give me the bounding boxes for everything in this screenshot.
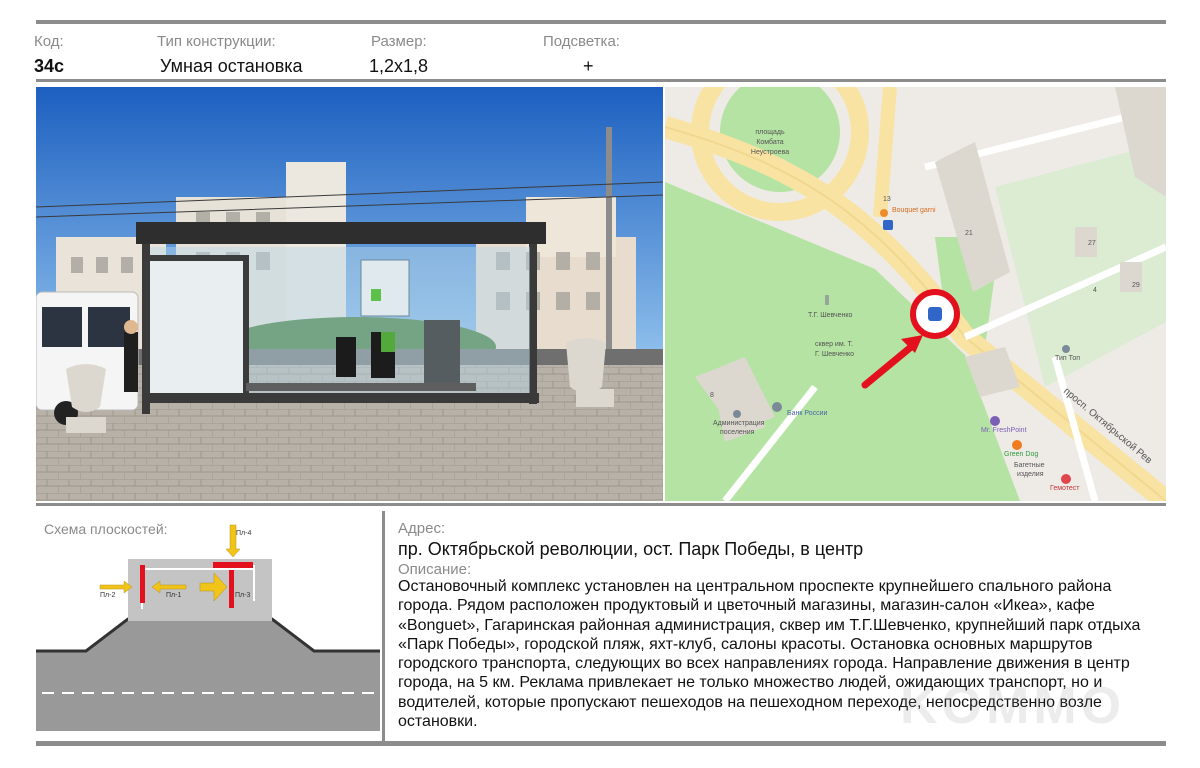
- label-pl1: Пл-1: [166, 592, 181, 599]
- address-value: пр. Октябрьской революции, ост. Парк Поб…: [398, 539, 864, 559]
- mid-rule: [36, 503, 1166, 506]
- bank-icon: [772, 402, 782, 412]
- monument-icon: [825, 295, 829, 305]
- svg-text:Г. Шевченко: Г. Шевченко: [815, 351, 854, 358]
- panel-pl1-mark: [140, 565, 145, 603]
- map-admin-label-1: Администрация: [713, 420, 765, 427]
- code-label: Код:: [34, 33, 64, 50]
- bus-stop-icon: [883, 220, 893, 230]
- svg-text:Неустроева: Неустроева: [751, 149, 789, 156]
- bottom-rule: [36, 741, 1166, 746]
- map-bouquet-label: Bouquet garni: [892, 207, 936, 214]
- vertical-divider: [382, 511, 385, 741]
- svg-text:Багетные: Багетные: [1014, 462, 1045, 469]
- shop-tip-top-icon: [1062, 345, 1070, 353]
- label-pl4: Пл-4: [236, 530, 251, 537]
- location-map: площадь Комбата Неустроева 13 Bouquet ga…: [665, 87, 1166, 501]
- map-building-4: 4: [1093, 287, 1097, 294]
- map-park-label-1: сквер им. Т.: [815, 341, 853, 348]
- map-building-27: 27: [1088, 240, 1096, 247]
- type-label: Тип конструкции:: [157, 33, 276, 50]
- shop-icon: [990, 416, 1000, 426]
- label-pl3: Пл-3: [235, 592, 250, 599]
- map-park-label-2: Г. Шевченко: [815, 351, 854, 358]
- panel-pl3-mark: [229, 570, 234, 608]
- building-icon: [733, 410, 741, 418]
- map-gemotest-label: Гемотест: [1050, 485, 1080, 492]
- svg-text:сквер им. Т.: сквер им. Т.: [815, 341, 853, 348]
- map-building-21: 21: [965, 230, 973, 237]
- medical-icon: [1061, 474, 1071, 484]
- top-rule: [36, 20, 1166, 24]
- lighting-value: +: [583, 56, 594, 76]
- svg-text:поселения: поселения: [720, 429, 755, 436]
- ad-lightbox: [150, 261, 243, 393]
- svg-text:Комбата: Комбата: [756, 138, 783, 146]
- address-label: Адрес:: [398, 520, 446, 537]
- svg-text:изделия: изделия: [1017, 471, 1044, 478]
- lamp-post: [606, 127, 612, 357]
- map-place-kombat-1: площадь: [755, 129, 785, 136]
- map-building-13: 13: [883, 196, 891, 203]
- map-building-8: 8: [710, 392, 714, 399]
- planes-diagram: Пл-4 Пл-2 Пл-1 Пл-3: [36, 524, 380, 731]
- size-value: 1,2x1,8: [369, 56, 429, 76]
- shelter: [136, 222, 546, 414]
- svg-text:площадь: площадь: [755, 129, 785, 136]
- watermark: KOMMO: [900, 677, 1126, 735]
- map-bank-label: Банк России: [787, 410, 828, 417]
- schema-title: Схема плоскостей:: [44, 521, 168, 537]
- map-greendog-label: Green Dog: [1004, 451, 1038, 458]
- cafe-icon: [880, 209, 888, 217]
- map-monument-label: Т.Г. Шевченко: [808, 312, 853, 319]
- svg-text:Администрация: Администрация: [713, 420, 765, 427]
- type-value: Умная остановка: [160, 56, 303, 76]
- panel-pl4-mark: [213, 562, 253, 568]
- label-pl2: Пл-2: [100, 592, 115, 599]
- map-building-29: 29: [1132, 282, 1140, 289]
- map-place-kombat-2: Комбата: [756, 138, 783, 146]
- food-icon: [1012, 440, 1022, 450]
- pedestrian: [124, 320, 138, 392]
- code-value: 34с: [34, 56, 65, 76]
- bus-stop-photo: [36, 87, 663, 501]
- map-tip-top-label: Тип Топ: [1055, 355, 1080, 362]
- schema-panel: Пл-4 Пл-2 Пл-1 Пл-3 Схема плоскостей:: [36, 511, 380, 741]
- map-bakery-label-2: изделия: [1017, 471, 1044, 478]
- map-place-kombat-3: Неустроева: [751, 149, 789, 156]
- diagram-road: [36, 619, 380, 731]
- size-label: Размер:: [371, 33, 427, 50]
- header-bottom-rule: [36, 79, 1166, 82]
- map-admin-label-2: поселения: [720, 429, 755, 436]
- map-freshpoint-label: Mr. FreshPoint: [981, 427, 1027, 434]
- map-bakery-label-1: Багетные: [1014, 462, 1045, 469]
- map-canvas: площадь Комбата Неустроева 13 Bouquet ga…: [665, 87, 1166, 501]
- lighting-label: Подсветка:: [543, 33, 620, 50]
- description-label: Описание:: [398, 561, 472, 578]
- photo-illustration: [36, 87, 663, 501]
- highlighted-bus-stop-icon: [928, 307, 942, 321]
